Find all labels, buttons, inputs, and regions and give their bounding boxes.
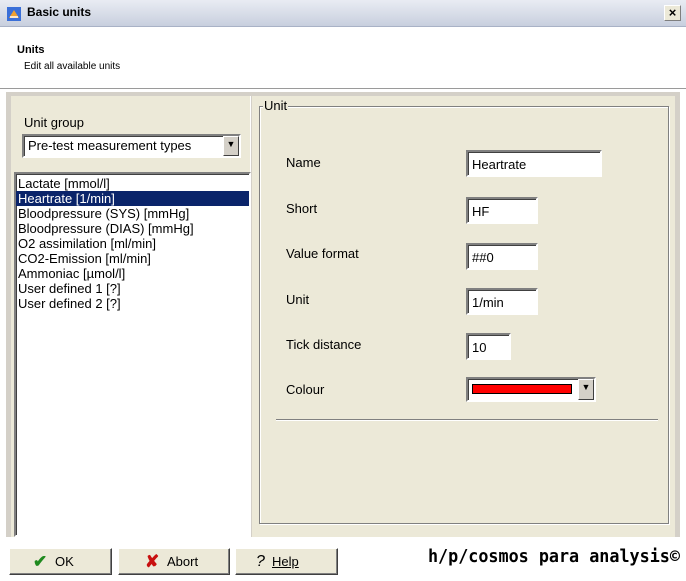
ok-button[interactable]: ✔ OK (9, 548, 112, 575)
list-item[interactable]: CO2-Emission [ml/min] (16, 251, 249, 266)
list-item[interactable]: Bloodpressure (DIAS) [mmHg] (16, 221, 249, 236)
unit-group-select[interactable]: Pre-test measurement types ▼ (22, 134, 241, 158)
tick-distance-field[interactable]: 10 (466, 333, 511, 360)
tick-distance-label: Tick distance (286, 337, 362, 352)
unit-detail-panel: Unit Name Heartrate Short HF Value forma… (252, 96, 675, 537)
unit-label: Unit (286, 292, 310, 307)
window-title: Basic units (27, 5, 92, 19)
x-icon: ✘ (145, 552, 160, 571)
help-button[interactable]: ? Help (235, 548, 338, 575)
unit-groupbox: Unit Name Heartrate Short HF Value forma… (259, 98, 669, 524)
unit-group-select-value: Pre-test measurement types (28, 138, 192, 153)
abort-button-label: Abort (167, 554, 199, 569)
check-icon: ✔ (33, 552, 48, 571)
dialog-header: Units Edit all available units (0, 28, 686, 86)
list-item[interactable]: Lactate [mmol/l] (16, 176, 249, 191)
short-label: Short (286, 201, 318, 216)
button-bar: ✔ OK ✘ Abort ? Help h/p/cosmos para anal… (0, 538, 686, 581)
name-label: Name (286, 155, 321, 170)
divider (276, 419, 658, 421)
header-title: Units (17, 44, 45, 56)
value-format-field[interactable]: ##0 (466, 243, 538, 270)
close-icon: × (668, 5, 677, 20)
list-item[interactable]: Bloodpressure (SYS) [mmHg] (16, 206, 249, 221)
header-divider (0, 88, 686, 90)
list-item[interactable]: User defined 1 [?] (16, 281, 249, 296)
unit-field[interactable]: 1/min (466, 288, 538, 315)
colour-select[interactable]: ▼ (466, 377, 596, 402)
help-button-label: Help (272, 554, 299, 569)
chevron-down-icon[interactable]: ▼ (578, 379, 594, 400)
close-button[interactable]: × (664, 5, 681, 21)
list-item-selected[interactable]: Heartrate [1/min] (16, 191, 249, 206)
ok-button-label: OK (55, 554, 74, 569)
short-field[interactable]: HF (466, 197, 538, 224)
brand-logo: h/p/cosmos para analysis© (428, 546, 680, 567)
header-subtitle: Edit all available units (24, 61, 121, 72)
colour-swatch (472, 384, 572, 394)
list-item[interactable]: Ammoniac [µmol/l] (16, 266, 249, 281)
question-icon: ? (256, 553, 265, 570)
value-format-label: Value format (286, 246, 359, 261)
list-item[interactable]: O2 assimilation [ml/min] (16, 236, 249, 251)
title-bar: Basic units × (0, 0, 686, 27)
chevron-down-icon[interactable]: ▼ (223, 136, 239, 156)
list-item[interactable]: User defined 2 [?] (16, 296, 249, 311)
unit-groupbox-legend: Unit (263, 98, 289, 113)
unit-group-panel: Unit group Pre-test measurement types ▼ … (11, 96, 251, 537)
app-icon (7, 7, 21, 21)
name-field[interactable]: Heartrate (466, 150, 602, 177)
unit-group-label: Unit group (24, 115, 84, 130)
abort-button[interactable]: ✘ Abort (118, 548, 230, 575)
colour-label: Colour (286, 382, 325, 397)
unit-list[interactable]: Lactate [mmol/l] Heartrate [1/min] Blood… (14, 172, 251, 537)
